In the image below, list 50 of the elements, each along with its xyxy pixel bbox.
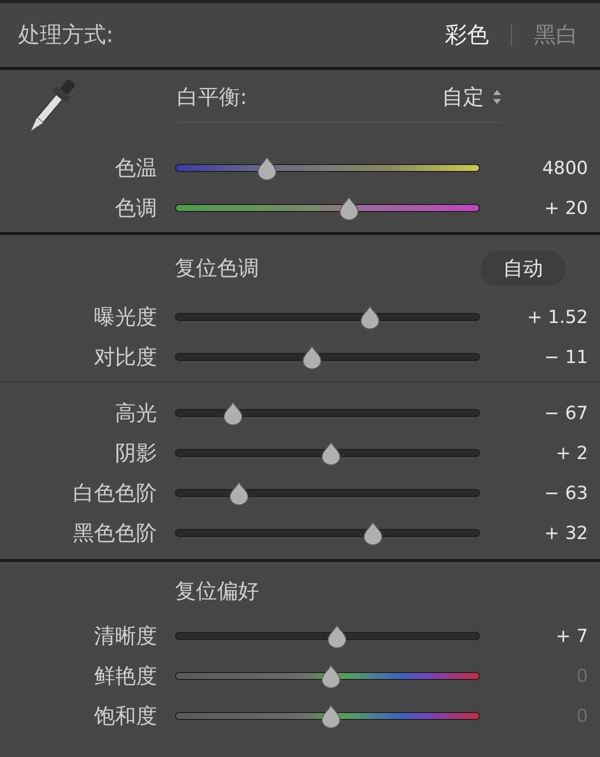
slider-label: 鲜艳度 [94, 663, 157, 690]
slider-label: 饱和度 [94, 703, 157, 730]
slider-track[interactable] [175, 440, 480, 466]
slider-value: + 20 [544, 198, 588, 218]
stepper-icon [492, 89, 502, 105]
treatment-option[interactable]: 彩色 [445, 20, 489, 50]
auto-button[interactable]: 自动 [481, 250, 565, 286]
slider-thumb[interactable] [254, 155, 278, 181]
slider-track[interactable] [175, 400, 480, 426]
preset-dropdown[interactable]: 自定 [442, 83, 502, 111]
slider-track[interactable] [175, 304, 480, 330]
slider-thumb[interactable] [361, 520, 386, 546]
slider-thumb[interactable] [324, 623, 349, 649]
reset-presence-label[interactable]: 复位偏好 [175, 577, 259, 605]
slider-thumb[interactable] [336, 195, 361, 221]
slider-thumb[interactable] [227, 480, 252, 506]
slider-label: 色温 [115, 155, 157, 182]
treatment-label: 处理方式: [18, 22, 114, 50]
slider-value: − 63 [544, 482, 588, 504]
slider-value: + 32 [544, 522, 588, 544]
slider-track[interactable] [175, 703, 480, 729]
slider-label: 阴影 [115, 440, 157, 467]
slider-label: 对比度 [94, 344, 157, 371]
slider-label: 高光 [115, 400, 157, 427]
slider-value: − 67 [544, 402, 588, 424]
slider-value: − 11 [544, 346, 588, 368]
slider-thumb[interactable] [318, 703, 343, 729]
reset-tone-label[interactable]: 复位色调 [175, 254, 259, 282]
slider-value: + 2 [556, 442, 588, 464]
balance-mode-label: 白平衡: [177, 84, 248, 111]
slider-thumb[interactable] [358, 304, 382, 330]
slider-thumb[interactable] [220, 400, 245, 426]
slider-value: + 1.52 [527, 306, 588, 328]
slider-track[interactable] [175, 480, 480, 506]
slider-track[interactable] [175, 520, 480, 546]
slider-track[interactable] [175, 663, 480, 689]
slider-label: 黑色色阶 [73, 520, 157, 547]
slider-track[interactable] [175, 344, 480, 370]
slider-label: 色调 [115, 195, 157, 222]
slider-thumb[interactable] [300, 344, 324, 370]
slider-thumb[interactable] [318, 663, 343, 689]
slider-label: 曝光度 [94, 304, 157, 331]
slider-value: 4800 [542, 158, 588, 178]
slider-label: 白色色阶 [73, 480, 157, 507]
slider-label: 清晰度 [94, 623, 157, 650]
slider-track[interactable] [175, 623, 480, 649]
slider-track[interactable] [175, 195, 480, 221]
slider-value: + 7 [556, 626, 588, 646]
slider-track[interactable] [175, 155, 480, 181]
slider-thumb[interactable] [318, 440, 343, 466]
